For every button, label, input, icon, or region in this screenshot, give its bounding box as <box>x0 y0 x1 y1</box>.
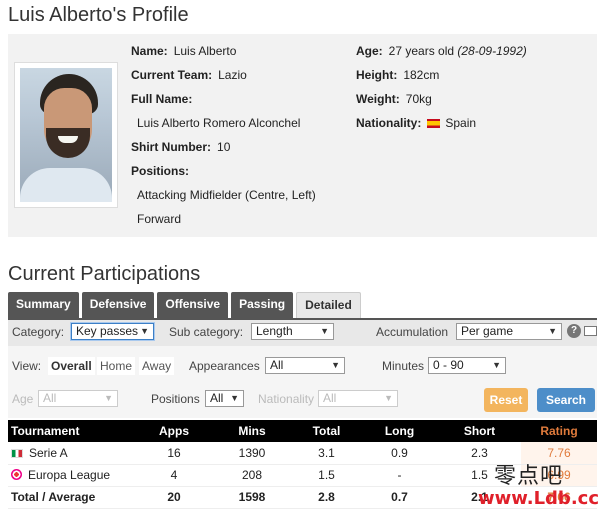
italy-flag-icon <box>11 448 23 458</box>
tab-passing[interactable]: Passing <box>231 292 294 318</box>
chevron-down-icon: ▼ <box>320 326 329 336</box>
team-row: Current Team: Lazio <box>131 68 247 82</box>
watermark-url: www.Ldb.cc <box>478 488 599 509</box>
total-cell: 1.5 <box>292 464 361 487</box>
chevron-down-icon: ▼ <box>492 360 501 370</box>
view-label: View: <box>12 359 42 373</box>
tab-offensive[interactable]: Offensive <box>157 292 229 318</box>
name-label: Name: <box>131 44 168 58</box>
shirt-value: 10 <box>217 140 231 154</box>
nationality-filter-label: Nationality <box>258 392 315 406</box>
chevron-down-icon: ▼ <box>230 393 239 403</box>
age-label: Age: <box>356 44 383 58</box>
age-row: Age: 27 years old (28-09-1992) <box>356 44 527 58</box>
mail-icon[interactable] <box>584 326 597 336</box>
view-away-button[interactable]: Away <box>139 357 175 375</box>
participations-title: Current Participations <box>8 263 201 285</box>
column-header-short[interactable]: Short <box>438 420 521 442</box>
column-header-total[interactable]: Total <box>292 420 361 442</box>
nationality-select[interactable]: All ▼ <box>318 390 398 407</box>
tab-detailed[interactable]: Detailed <box>296 292 361 318</box>
minutes-select[interactable]: 0 - 90 ▼ <box>428 357 506 374</box>
age-value: 27 years old <box>388 44 455 58</box>
mins-cell: 1390 <box>212 442 292 465</box>
name-row: Name: Luis Alberto <box>131 44 236 58</box>
tab-summary[interactable]: Summary <box>8 292 79 318</box>
subcategory-select[interactable]: Length ▼ <box>251 323 334 340</box>
apps-cell: 4 <box>136 464 212 487</box>
positions-filter-label: Positions <box>151 392 200 406</box>
mins-cell: 1598 <box>212 486 292 509</box>
full-name-value: Luis Alberto Romero Alconchel <box>137 116 301 130</box>
europa-league-icon <box>11 469 22 480</box>
chevron-down-icon: ▼ <box>140 326 149 336</box>
table-header-row: Tournament Apps Mins Total Long Short Ra… <box>8 420 597 442</box>
minutes-label: Minutes <box>382 359 425 373</box>
help-icon[interactable]: ? <box>567 324 581 338</box>
total-cell: 3.1 <box>292 442 361 465</box>
accumulation-label: Accumulation <box>376 325 449 339</box>
shirt-label: Shirt Number: <box>131 140 212 154</box>
column-header-apps[interactable]: Apps <box>136 420 212 442</box>
category-select[interactable]: Key passes ▼ <box>71 323 154 340</box>
apps-cell: 16 <box>136 442 212 465</box>
weight-value: 70kg <box>405 92 432 106</box>
height-row: Height: 182cm <box>356 68 439 82</box>
appearances-select[interactable]: All ▼ <box>265 357 345 374</box>
weight-row: Weight: 70kg <box>356 92 432 106</box>
positions-label: Positions: <box>131 164 190 178</box>
mins-cell: 208 <box>212 464 292 487</box>
position-item: Attacking Midfielder (Centre, Left) <box>137 188 316 202</box>
full-name-label: Full Name: <box>131 92 193 106</box>
chevron-down-icon: ▼ <box>104 393 113 403</box>
profile-panel: Name: Luis Alberto Current Team: Lazio Ful… <box>8 34 597 237</box>
apps-cell: 20 <box>136 486 212 509</box>
column-header-tournament[interactable]: Tournament <box>8 420 136 442</box>
accumulation-select[interactable]: Per game ▼ <box>456 323 562 340</box>
chevron-down-icon: ▼ <box>384 393 393 403</box>
tournament-link[interactable]: Serie A <box>29 446 68 460</box>
total-label: Total / Average <box>8 486 136 509</box>
view-overall-button[interactable]: Overall <box>48 357 95 375</box>
chevron-down-icon: ▼ <box>331 360 340 370</box>
appearances-label: Appearances <box>189 359 260 373</box>
subcategory-label: Sub category: <box>169 325 244 339</box>
team-link[interactable]: Lazio <box>218 68 247 82</box>
spain-flag-icon <box>427 119 441 128</box>
height-value: 182cm <box>403 68 440 82</box>
column-header-mins[interactable]: Mins <box>212 420 292 442</box>
height-label: Height: <box>356 68 398 82</box>
dob-value: (28-09-1992) <box>457 44 527 58</box>
position-item: Forward <box>137 212 182 226</box>
age-filter-label: Age <box>12 392 34 406</box>
profile-title: Luis Alberto's Profile <box>8 4 189 26</box>
reset-button[interactable]: Reset <box>484 388 528 412</box>
team-label: Current Team: <box>131 68 213 82</box>
search-button[interactable]: Search <box>537 388 595 412</box>
weight-label: Weight: <box>356 92 400 106</box>
nationality-row: Nationality: Spain <box>356 116 476 130</box>
player-photo <box>14 62 118 208</box>
view-home-button[interactable]: Home <box>97 357 136 375</box>
category-label: Category: <box>12 325 65 339</box>
stats-tabs: Summary Defensive Offensive Passing Deta… <box>8 292 361 318</box>
column-header-long[interactable]: Long <box>361 420 438 442</box>
column-header-rating[interactable]: Rating <box>521 420 597 442</box>
long-cell: 0.7 <box>361 486 438 509</box>
watermark-chinese: 零点吧 <box>494 464 564 489</box>
total-cell: 2.8 <box>292 486 361 509</box>
tab-defensive[interactable]: Defensive <box>81 292 155 318</box>
nationality-value: Spain <box>445 116 477 130</box>
shirt-row: Shirt Number: 10 <box>131 140 230 154</box>
long-cell: - <box>361 464 438 487</box>
age-select[interactable]: All ▼ <box>38 390 118 407</box>
nationality-label: Nationality: <box>356 116 422 130</box>
long-cell: 0.9 <box>361 442 438 465</box>
positions-select[interactable]: All ▼ <box>205 390 244 407</box>
name-value: Luis Alberto <box>173 44 237 58</box>
chevron-down-icon: ▼ <box>548 326 557 336</box>
tournament-link[interactable]: Europa League <box>28 468 110 482</box>
